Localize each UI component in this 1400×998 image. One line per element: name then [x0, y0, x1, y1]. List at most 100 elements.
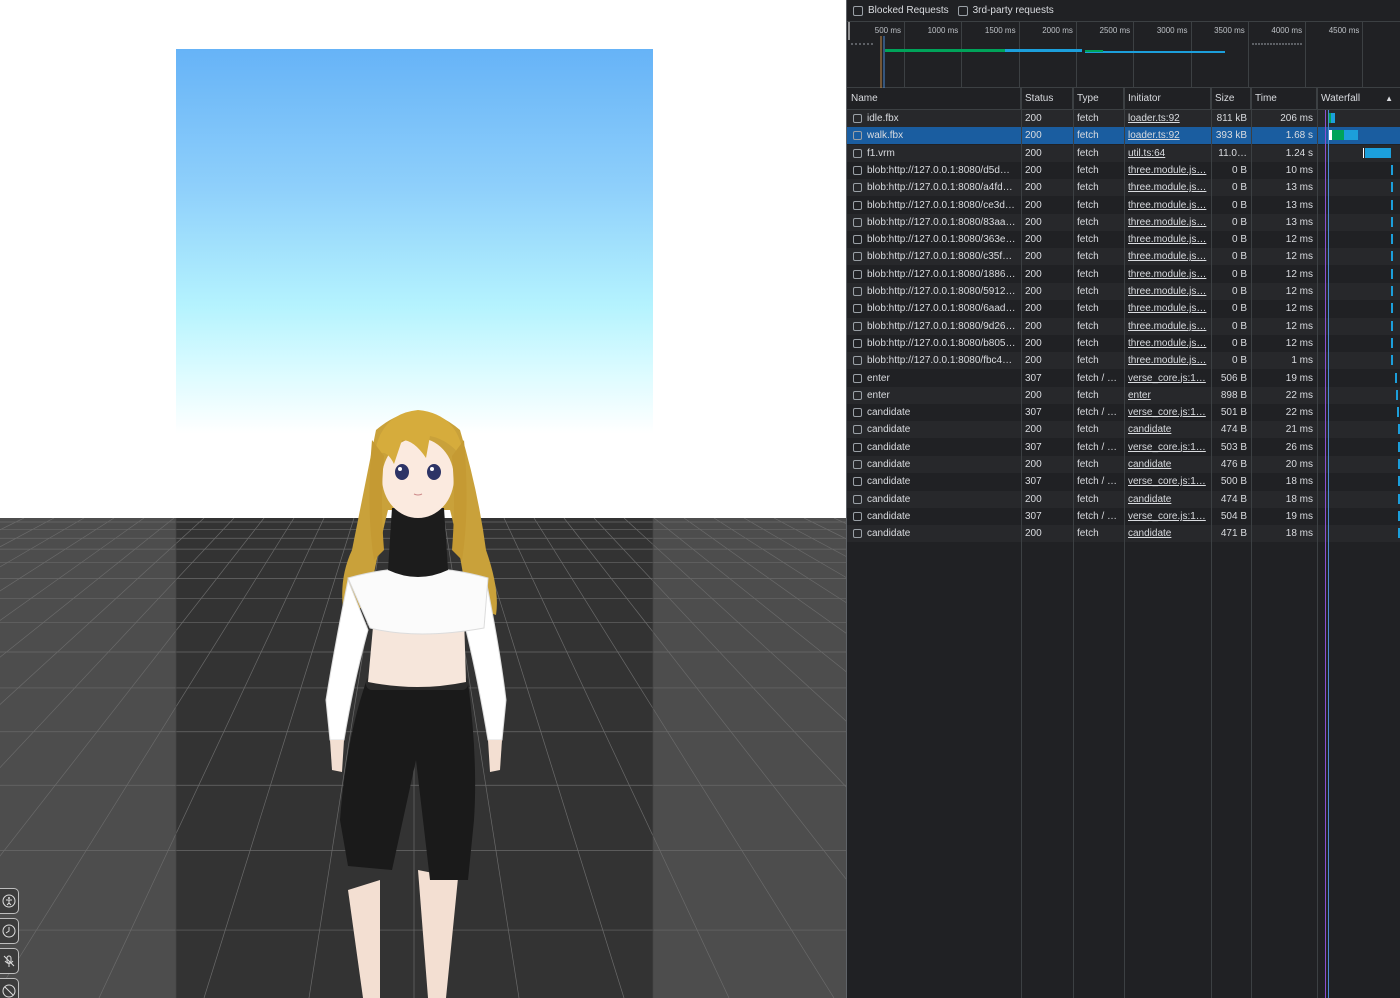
blocked-requests-filter[interactable]: Blocked Requests	[853, 5, 949, 16]
waterfall-bar	[1391, 337, 1393, 348]
request-status: 200	[1025, 199, 1042, 211]
request-initiator[interactable]: three.module.js…	[1124, 266, 1211, 283]
request-status: 200	[1025, 216, 1042, 228]
request-type: fetch / …	[1077, 372, 1118, 384]
column-header-time[interactable]: Time	[1251, 88, 1317, 110]
request-row-checkbox[interactable]	[853, 304, 862, 314]
request-time: 22 ms	[1285, 389, 1313, 401]
request-row-checkbox[interactable]	[853, 183, 862, 193]
request-initiator[interactable]: util.ts:64	[1124, 145, 1211, 162]
request-row-checkbox[interactable]	[853, 217, 862, 227]
request-time: 19 ms	[1285, 510, 1313, 522]
request-status: 200	[1025, 459, 1042, 470]
request-row-checkbox[interactable]	[853, 477, 862, 487]
request-initiator[interactable]: three.module.js…	[1124, 214, 1211, 231]
request-time: 26 ms	[1285, 441, 1313, 453]
request-initiator[interactable]: three.module.js…	[1124, 162, 1211, 179]
request-row-checkbox[interactable]	[853, 235, 862, 245]
waterfall-bar	[1391, 251, 1393, 262]
timer-button[interactable]	[0, 918, 19, 944]
request-row-checkbox[interactable]	[853, 321, 862, 331]
request-initiator[interactable]: enter	[1124, 387, 1211, 404]
request-initiator[interactable]: loader.ts:92	[1124, 127, 1211, 144]
block-button[interactable]	[0, 978, 19, 998]
request-row-checkbox[interactable]	[853, 373, 862, 383]
accessibility-button[interactable]	[0, 888, 19, 914]
request-initiator[interactable]: three.module.js…	[1124, 231, 1211, 248]
request-initiator[interactable]: three.module.js…	[1124, 300, 1211, 317]
request-initiator[interactable]: candidate	[1124, 525, 1211, 542]
request-initiator[interactable]: verse_core.js:1…	[1124, 473, 1211, 490]
column-header-type[interactable]: Type	[1073, 88, 1124, 110]
request-row-checkbox[interactable]	[853, 165, 862, 175]
request-initiator[interactable]: loader.ts:92	[1124, 110, 1211, 127]
request-row-checkbox[interactable]	[853, 494, 862, 504]
waterfall-bar	[1365, 147, 1391, 158]
request-type: fetch / …	[1077, 476, 1118, 488]
timeline-overview[interactable]: 500 ms 1000 ms 1500 ms 2000 ms 2500 ms 3000 m…	[847, 22, 1400, 88]
request-size: 0 B	[1231, 268, 1247, 280]
third-party-requests-filter[interactable]: 3rd-party requests	[957, 5, 1054, 16]
request-row-checkbox[interactable]	[853, 425, 862, 435]
request-time: 19 ms	[1285, 372, 1313, 384]
request-row-checkbox[interactable]	[853, 252, 862, 262]
request-row-checkbox[interactable]	[853, 460, 862, 469]
vrm-avatar	[325, 410, 507, 998]
request-row-checkbox[interactable]	[853, 356, 862, 366]
request-initiator[interactable]: verse_core.js:1…	[1124, 508, 1211, 525]
request-row-checkbox[interactable]	[853, 287, 862, 296]
request-initiator[interactable]: candidate	[1124, 421, 1211, 438]
request-row-checkbox[interactable]	[853, 511, 862, 521]
3d-viewport[interactable]	[0, 0, 846, 998]
waterfall-bar	[1332, 130, 1344, 141]
request-size: 0 B	[1231, 164, 1247, 176]
overview-bars	[848, 22, 1302, 88]
request-initiator[interactable]: verse_core.js:1…	[1124, 370, 1211, 387]
request-time: 21 ms	[1285, 424, 1313, 436]
request-time: 22 ms	[1285, 407, 1313, 419]
request-initiator[interactable]: three.module.js…	[1124, 318, 1211, 335]
blocked-requests-checkbox[interactable]	[853, 5, 863, 16]
request-row-checkbox[interactable]	[853, 408, 862, 418]
request-time: 13 ms	[1285, 182, 1313, 194]
request-status: 200	[1025, 234, 1042, 246]
request-time: 12 ms	[1285, 337, 1313, 349]
request-type: fetch	[1077, 320, 1099, 332]
request-initiator[interactable]: three.module.js…	[1124, 283, 1211, 300]
request-row-checkbox[interactable]	[853, 114, 862, 123]
request-row-checkbox[interactable]	[853, 200, 862, 210]
third-party-requests-label: 3rd-party requests	[972, 5, 1054, 16]
request-row-checkbox[interactable]	[853, 338, 862, 348]
request-row-checkbox[interactable]	[853, 131, 862, 141]
request-initiator[interactable]: three.module.js…	[1124, 197, 1211, 214]
column-header-status[interactable]: Status	[1021, 88, 1073, 110]
column-header-waterfall-label: Waterfall	[1321, 93, 1361, 104]
waterfall-bar	[1391, 268, 1393, 279]
request-initiator[interactable]: candidate	[1124, 491, 1211, 508]
request-initiator[interactable]: candidate	[1124, 456, 1211, 473]
request-initiator[interactable]: three.module.js…	[1124, 335, 1211, 352]
request-name: enter	[867, 389, 890, 401]
request-size: 0 B	[1231, 234, 1247, 246]
request-type: fetch	[1077, 528, 1099, 540]
column-header-waterfall[interactable]: Waterfall ▲	[1317, 88, 1400, 110]
microphone-button[interactable]	[0, 948, 19, 974]
request-row-checkbox[interactable]	[853, 529, 862, 539]
accessibility-icon	[2, 894, 16, 908]
request-row-checkbox[interactable]	[853, 442, 862, 452]
request-initiator[interactable]: three.module.js…	[1124, 352, 1211, 369]
request-type: fetch	[1077, 459, 1099, 470]
request-initiator[interactable]: verse_core.js:1…	[1124, 439, 1211, 456]
request-row-checkbox[interactable]	[853, 390, 862, 400]
request-initiator[interactable]: three.module.js…	[1124, 179, 1211, 196]
request-status: 200	[1025, 130, 1042, 142]
column-header-size[interactable]: Size	[1211, 88, 1251, 110]
request-size: 0 B	[1231, 303, 1247, 315]
request-row-checkbox[interactable]	[853, 269, 862, 279]
request-initiator[interactable]: verse_core.js:1…	[1124, 404, 1211, 421]
request-initiator[interactable]: three.module.js…	[1124, 248, 1211, 265]
third-party-requests-checkbox[interactable]	[957, 5, 968, 16]
column-header-name[interactable]: Name	[847, 88, 1021, 110]
column-header-initiator[interactable]: Initiator	[1124, 88, 1211, 110]
request-row-checkbox[interactable]	[853, 148, 862, 158]
